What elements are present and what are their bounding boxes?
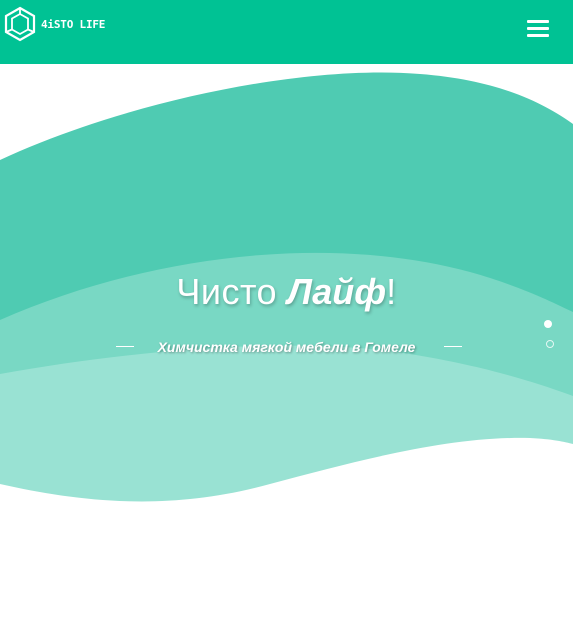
subtitle-right-dash [444,346,462,347]
slider-dot-2[interactable] [546,340,554,348]
hero-title: Чисто Лайф! [0,270,573,314]
hero-title-bold: Лайф [287,271,387,312]
hero-subtitle: Химчистка мягкой мебели в Гомеле [157,339,416,355]
slider-pagination [544,320,556,360]
hero-subtitle-row: Химчистка мягкой мебели в Гомеле [0,336,573,358]
hero-section: Чисто Лайф! Химчистка мягкой мебели в Го… [0,64,573,625]
logo-text: 4iSTO LIFE [41,17,106,31]
site-logo[interactable]: 4iSTO LIFE [3,6,105,42]
hero-title-exclaim: ! [386,271,397,312]
site-header: 4iSTO LIFE [0,0,573,64]
hero-title-thin: Чисто [176,271,278,312]
hexagon-logo-icon [4,6,36,42]
slider-dot-1[interactable] [544,320,552,328]
hamburger-menu-icon[interactable] [527,20,549,42]
